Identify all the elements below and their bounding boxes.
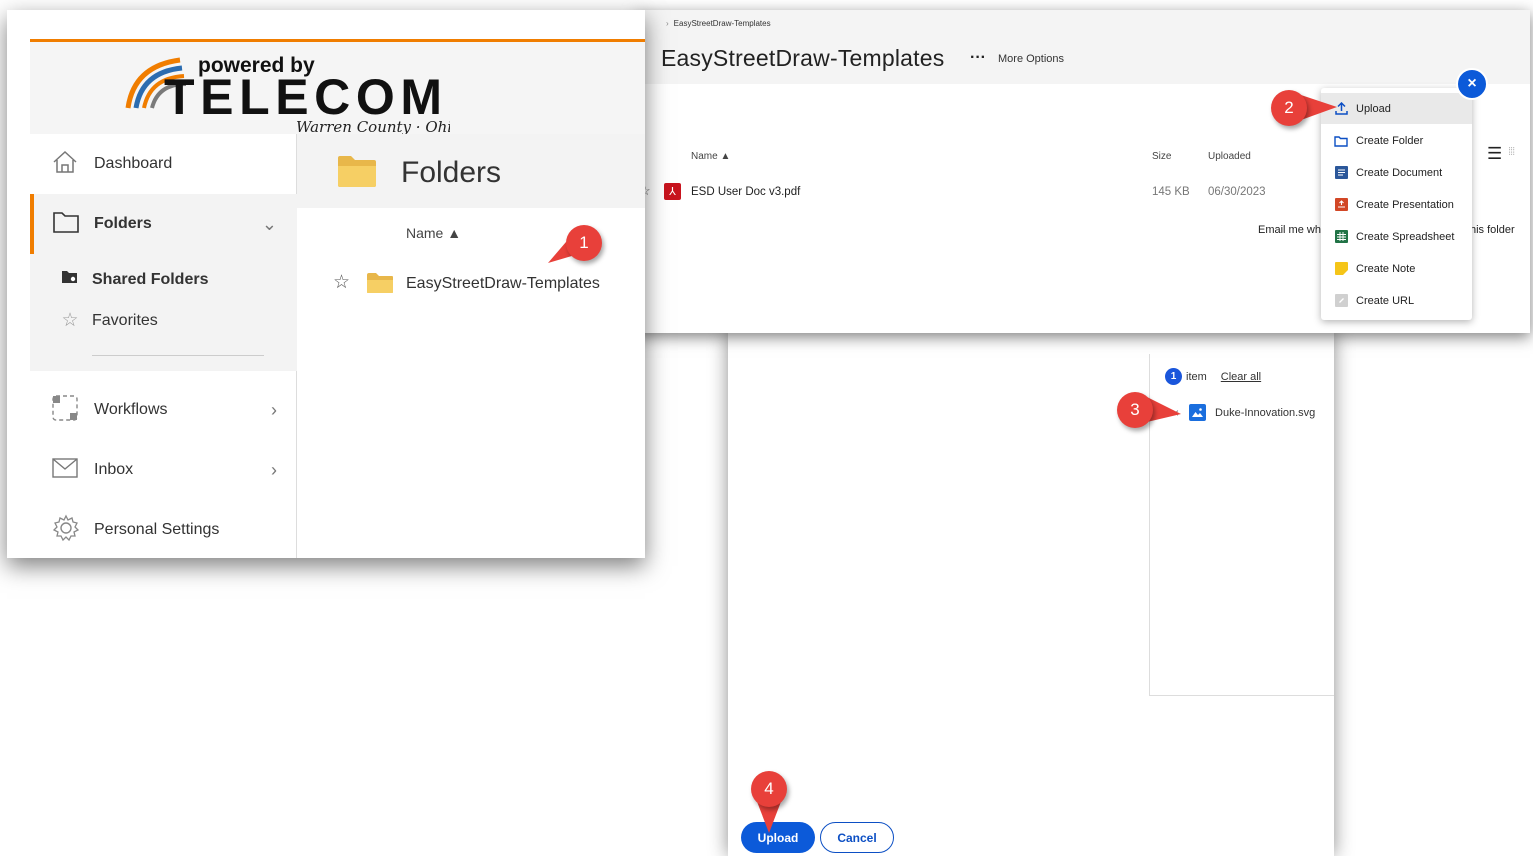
gear-icon xyxy=(52,514,80,547)
menu-item-create-url[interactable]: Create URL xyxy=(1321,285,1472,316)
menu-item-create-note[interactable]: Create Note xyxy=(1321,253,1472,284)
folder-outline-icon xyxy=(1334,134,1348,148)
callout-badge: 4 xyxy=(751,771,787,807)
grid-view-icon[interactable]: ⁞⁞⁞ xyxy=(1508,146,1515,158)
upload-dialog: 1 item Clear all × Duke-Innovation.svg U… xyxy=(728,330,1334,856)
folder-outline-icon xyxy=(52,210,80,239)
cancel-button[interactable]: Cancel xyxy=(820,822,894,853)
sidebar-item-label: Inbox xyxy=(94,461,134,478)
sidebar-item-label: Workflows xyxy=(94,401,168,418)
folders-submenu: Shared Folders ☆ Favorites xyxy=(30,254,297,371)
breadcrumb-chevron-icon: › xyxy=(666,19,669,28)
menu-item-create-presentation[interactable]: Create Presentation xyxy=(1321,189,1472,220)
telecom-logo: powered by TELECOM Warren County · Ohio xyxy=(125,54,450,134)
sidebar-item-favorites[interactable]: ☆ Favorites xyxy=(60,309,158,332)
sidebar-item-workflows[interactable]: Workflows › xyxy=(30,380,297,440)
main-header: Folders xyxy=(297,134,645,208)
more-options-button[interactable]: More Options xyxy=(998,53,1064,65)
folder-row-name[interactable]: EasyStreetDraw-Templates xyxy=(406,275,600,293)
folder-icon xyxy=(338,156,376,187)
main-content: Folders Name ▲ ☆ EasyStreetDraw-Template… xyxy=(297,134,645,558)
sidebar-item-dashboard[interactable]: Dashboard xyxy=(30,134,297,194)
item-count-row: 1 item Clear all xyxy=(1165,368,1261,385)
shared-folder-icon xyxy=(60,269,80,290)
menu-item-label: Create Presentation xyxy=(1356,198,1454,211)
sidebar-item-inbox[interactable]: Inbox › xyxy=(30,440,297,500)
spreadsheet-icon xyxy=(1334,230,1348,244)
item-count-badge: 1 xyxy=(1165,368,1182,385)
logo-header: powered by TELECOM Warren County · Ohio xyxy=(30,39,645,134)
app-window: powered by TELECOM Warren County · Ohio … xyxy=(7,10,645,558)
menu-item-upload[interactable]: Upload xyxy=(1321,93,1472,124)
sidebar-item-label: Folders xyxy=(94,215,152,232)
item-count-label: item xyxy=(1186,370,1207,383)
upload-file-row: × Duke-Innovation.svg xyxy=(1172,404,1315,421)
menu-item-create-spreadsheet[interactable]: Create Spreadsheet xyxy=(1321,221,1472,252)
sidebar-item-label: Dashboard xyxy=(94,155,173,172)
menu-item-create-document[interactable]: Create Document xyxy=(1321,157,1472,188)
sidebar: Dashboard Folders ⌄ Shared Folders ☆ Fav… xyxy=(30,134,297,558)
pdf-file-icon: ⅄ xyxy=(664,183,681,200)
file-size: 145 KB xyxy=(1152,186,1190,198)
sidebar-item-label: Personal Settings xyxy=(94,521,220,538)
column-header-uploaded[interactable]: Uploaded xyxy=(1208,151,1251,162)
folder-header: › EasyStreetDraw-Templates EasyStreetDraw… xyxy=(636,10,1530,84)
star-icon: ☆ xyxy=(61,310,79,331)
clear-all-link[interactable]: Clear all xyxy=(1221,371,1261,383)
callout-badge: 2 xyxy=(1271,90,1307,126)
favorite-star-icon[interactable]: ☆ xyxy=(333,271,350,294)
note-icon xyxy=(1334,262,1348,276)
upload-file-name: Duke-Innovation.svg xyxy=(1215,406,1316,419)
presentation-icon xyxy=(1334,198,1348,212)
column-header-name[interactable]: Name ▲ xyxy=(691,151,730,162)
chevron-down-icon[interactable]: ⌄ xyxy=(262,214,277,235)
menu-item-label: Create Spreadsheet xyxy=(1356,230,1455,243)
page-title: Folders xyxy=(401,156,502,189)
logo-main-text: TELECOM xyxy=(164,69,442,125)
sidebar-item-folders[interactable]: Folders ⌄ xyxy=(30,194,297,254)
sidebar-item-personal-settings[interactable]: Personal Settings xyxy=(30,500,297,558)
callout-badge: 3 xyxy=(1117,392,1153,428)
callout-badge: 1 xyxy=(566,225,602,261)
folder-view-window: › EasyStreetDraw-Templates EasyStreetDraw… xyxy=(636,10,1530,333)
sidebar-item-label: Shared Folders xyxy=(92,270,209,288)
sidebar-item-shared-folders[interactable]: Shared Folders xyxy=(60,269,208,290)
sidebar-item-label: Favorites xyxy=(92,311,158,329)
column-header-name[interactable]: Name ▲ xyxy=(406,225,461,241)
menu-item-label: Create Document xyxy=(1356,166,1443,179)
mail-icon xyxy=(52,457,78,483)
logo-sub-text: Warren County · Ohio xyxy=(296,118,450,134)
file-uploaded-date: 06/30/2023 xyxy=(1208,186,1266,198)
breadcrumb: › EasyStreetDraw-Templates xyxy=(666,19,771,28)
email-notification-text[interactable]: Email me wh xyxy=(1258,224,1321,236)
menu-item-label: Create Note xyxy=(1356,262,1416,275)
list-view-icon[interactable]: ☰ xyxy=(1487,144,1502,164)
divider xyxy=(92,355,264,356)
breadcrumb-current[interactable]: EasyStreetDraw-Templates xyxy=(674,19,771,28)
column-header-size[interactable]: Size xyxy=(1152,151,1171,162)
create-menu: Upload Create Folder Create Document Cre… xyxy=(1321,88,1472,320)
email-notification-text-end[interactable]: his folder xyxy=(1470,224,1515,236)
image-file-icon xyxy=(1189,404,1207,421)
more-options-icon[interactable]: ··· xyxy=(970,49,986,67)
close-menu-button[interactable]: × xyxy=(1456,68,1488,100)
document-icon xyxy=(1334,166,1348,180)
menu-item-create-folder[interactable]: Create Folder xyxy=(1321,125,1472,156)
folder-icon xyxy=(367,273,393,293)
workflow-icon xyxy=(52,394,78,426)
chevron-right-icon[interactable]: › xyxy=(271,400,277,421)
menu-item-label: Create Folder xyxy=(1356,134,1424,147)
link-icon xyxy=(1334,294,1348,308)
home-icon xyxy=(52,150,78,179)
menu-item-label: Create URL xyxy=(1356,294,1415,307)
folder-title: EasyStreetDraw-Templates xyxy=(661,45,945,71)
chevron-right-icon[interactable]: › xyxy=(271,460,277,481)
file-name[interactable]: ESD User Doc v3.pdf xyxy=(691,186,800,198)
menu-item-label: Upload xyxy=(1356,102,1391,115)
